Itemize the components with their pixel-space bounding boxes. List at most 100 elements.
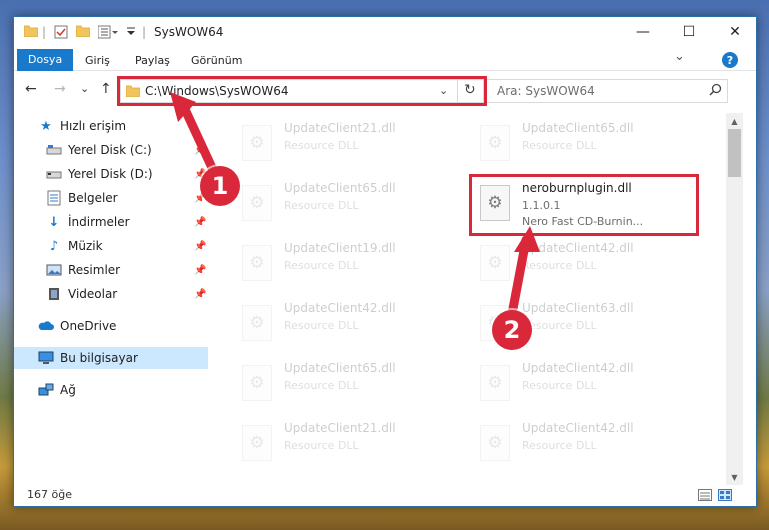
search-box[interactable]: Ara: SysWOW64 <box>486 79 728 103</box>
sidebar-item-label: OneDrive <box>60 319 117 333</box>
file-item[interactable]: ⚙ UpdateClient42.dll Resource DLL <box>234 295 464 355</box>
recent-locations-button[interactable]: ⌄ <box>80 82 89 95</box>
file-name: UpdateClient65.dll <box>284 181 396 195</box>
file-highlight-box <box>469 174 699 236</box>
sidebar-item-label: Bu bilgisayar <box>60 351 138 365</box>
file-item[interactable]: ⚙ UpdateClient65.dll Resource DLL <box>472 115 702 175</box>
navigation-pane: ★ Hızlı erişim Yerel Disk (C:) 📌 Yerel D… <box>14 113 208 485</box>
dll-file-icon: ⚙ <box>242 245 272 281</box>
sidebar-item-quick-access[interactable]: ★ Hızlı erişim <box>14 115 208 137</box>
file-item[interactable]: ⚙ UpdateClient65.dll Resource DLL <box>234 355 464 415</box>
expand-ribbon-icon[interactable]: ⌄ <box>674 49 685 64</box>
title-bar: | | SysWOW64 — ☐ ✕ <box>14 17 756 47</box>
status-bar: 167 öğe <box>14 485 756 506</box>
sidebar-item-videos[interactable]: Videolar 📌 <box>14 283 208 305</box>
file-type: Resource DLL <box>284 199 359 212</box>
dll-file-icon: ⚙ <box>242 305 272 341</box>
pin-icon: 📌 <box>194 264 207 276</box>
file-type: Resource DLL <box>284 139 359 152</box>
sidebar-item-documents[interactable]: Belgeler 📌 <box>14 187 208 209</box>
scroll-thumb[interactable] <box>728 129 741 177</box>
sidebar-item-onedrive[interactable]: OneDrive <box>14 315 208 337</box>
new-folder-icon[interactable] <box>75 25 91 39</box>
file-type: Resource DLL <box>284 319 359 332</box>
ribbon: Dosya Giriş Paylaş Görünüm ⌄ ? <box>14 47 756 71</box>
file-item[interactable]: ⚙ UpdateClient19.dll Resource DLL <box>234 235 464 295</box>
music-icon: ♪ <box>49 238 59 254</box>
pictures-icon <box>46 262 62 278</box>
sidebar-item-label: İndirmeler <box>68 215 130 229</box>
file-name: UpdateClient63.dll <box>522 301 634 315</box>
back-button[interactable]: ← <box>25 81 37 97</box>
sidebar-item-label: Belgeler <box>68 191 118 205</box>
sidebar-item-label: Ağ <box>60 383 76 397</box>
file-item[interactable]: ⚙ UpdateClient42.dll Resource DLL <box>472 355 702 415</box>
scroll-up-icon[interactable]: ▲ <box>726 113 743 129</box>
pin-icon: 📌 <box>194 144 207 156</box>
file-item[interactable]: ⚙ UpdateClient42.dll Resource DLL <box>472 235 702 295</box>
dll-file-icon: ⚙ <box>242 425 272 461</box>
explorer-window: | | SysWOW64 — ☐ ✕ Dosya Giriş Paylaş Gö… <box>13 16 757 507</box>
window-title: SysWOW64 <box>154 25 224 39</box>
dll-file-icon: ⚙ <box>480 365 510 401</box>
file-name: UpdateClient19.dll <box>284 241 396 255</box>
up-button[interactable]: ↑ <box>100 81 112 97</box>
dll-file-icon: ⚙ <box>480 425 510 461</box>
file-item[interactable]: ⚙ UpdateClient21.dll Resource DLL <box>234 415 464 475</box>
sidebar-item-music[interactable]: ♪ Müzik 📌 <box>14 235 208 257</box>
help-icon[interactable]: ? <box>722 52 738 68</box>
computer-icon <box>38 350 54 366</box>
network-icon <box>38 382 54 398</box>
sidebar-item-label: Hızlı erişim <box>60 119 127 133</box>
file-name: UpdateClient21.dll <box>284 421 396 435</box>
file-item[interactable]: ⚙ UpdateClient65.dll Resource DLL <box>234 175 464 235</box>
customize-toolbar-icon[interactable] <box>126 25 136 39</box>
documents-icon <box>46 190 62 206</box>
sidebar-item-label: Resimler <box>68 263 121 277</box>
sidebar-item-local-disk-d[interactable]: Yerel Disk (D:) 📌 <box>14 163 208 185</box>
file-type: Resource DLL <box>522 139 597 152</box>
tab-file[interactable]: Dosya <box>17 49 74 71</box>
pin-icon: 📌 <box>194 288 207 300</box>
close-button[interactable]: ✕ <box>712 17 758 47</box>
sidebar-item-label: Videolar <box>68 287 118 301</box>
file-type: Resource DLL <box>284 259 359 272</box>
file-list: ⚙ UpdateClient21.dll Resource DLL ⚙ Upda… <box>224 113 724 485</box>
vertical-scrollbar[interactable]: ▲ ▼ <box>726 113 743 485</box>
tab-view[interactable]: Görünüm <box>182 50 251 71</box>
dll-file-icon: ⚙ <box>480 245 510 281</box>
tiles-view-icon[interactable] <box>718 489 732 504</box>
properties-icon[interactable] <box>54 25 68 39</box>
tab-share[interactable]: Paylaş <box>126 50 179 71</box>
sidebar-item-local-disk-c[interactable]: Yerel Disk (C:) 📌 <box>14 139 208 161</box>
pin-icon: 📌 <box>194 216 207 228</box>
file-item[interactable]: ⚙ UpdateClient21.dll Resource DLL <box>234 115 464 175</box>
download-icon: ↓ <box>48 214 60 230</box>
drive-icon <box>46 142 62 158</box>
step-1-badge: 1 <box>200 166 240 206</box>
view-options-icon[interactable] <box>97 25 120 39</box>
sidebar-item-label: Müzik <box>68 239 103 253</box>
pin-icon: 📌 <box>194 240 207 252</box>
cloud-icon <box>38 318 54 334</box>
tab-home[interactable]: Giriş <box>76 50 119 71</box>
scroll-down-icon[interactable]: ▼ <box>726 469 743 485</box>
file-name: UpdateClient42.dll <box>284 301 396 315</box>
file-name: UpdateClient42.dll <box>522 361 634 375</box>
details-view-icon[interactable] <box>698 489 712 504</box>
sidebar-item-this-pc[interactable]: Bu bilgisayar <box>14 347 208 369</box>
file-type: Resource DLL <box>284 439 359 452</box>
maximize-button[interactable]: ☐ <box>666 17 712 47</box>
star-icon: ★ <box>40 118 52 134</box>
sidebar-item-downloads[interactable]: ↓ İndirmeler 📌 <box>14 211 208 233</box>
sidebar-item-network[interactable]: Ağ <box>14 379 208 401</box>
videos-icon <box>46 286 62 302</box>
search-input[interactable]: Ara: SysWOW64 <box>497 84 595 98</box>
search-icon[interactable] <box>709 83 722 99</box>
file-name: UpdateClient21.dll <box>284 121 396 135</box>
sidebar-item-pictures[interactable]: Resimler 📌 <box>14 259 208 281</box>
minimize-button[interactable]: — <box>620 17 666 47</box>
file-name: UpdateClient42.dll <box>522 421 634 435</box>
forward-button[interactable]: → <box>54 81 66 97</box>
file-item[interactable]: ⚙ UpdateClient42.dll Resource DLL <box>472 415 702 475</box>
